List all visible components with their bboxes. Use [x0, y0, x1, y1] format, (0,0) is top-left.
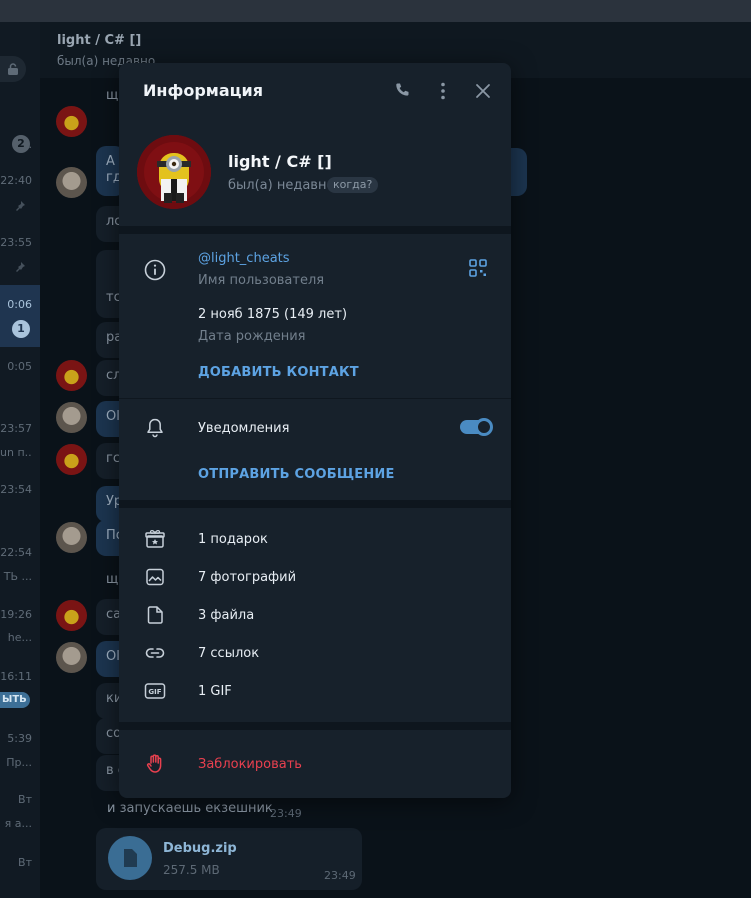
unread-badge: 2 — [12, 135, 30, 153]
username-link[interactable]: @light_cheats — [198, 251, 290, 266]
media-label: 1 подарок — [198, 532, 268, 547]
call-button[interactable] — [391, 79, 415, 103]
gift-icon — [145, 529, 165, 548]
block-user-button[interactable]: Заблокировать — [198, 757, 302, 772]
panel-title: Информация — [143, 81, 263, 100]
avatar[interactable] — [56, 600, 87, 631]
list-snippet: Пр... — [6, 756, 32, 769]
media-row-gifts[interactable]: 1 подарок — [119, 520, 511, 558]
list-time: 19:26 — [0, 608, 32, 621]
list-pill-button[interactable]: ЫТЬ — [0, 692, 30, 708]
avatar[interactable] — [56, 167, 87, 198]
avatar[interactable] — [56, 402, 87, 433]
profile-status: был(а) недавно — [228, 178, 335, 193]
username-label: Имя пользователя — [198, 273, 325, 288]
media-row-gifs[interactable]: GIF 1 GIF — [119, 672, 511, 710]
section-divider — [119, 226, 511, 234]
user-info-panel: Информация light / C# [] был(а) недавно … — [119, 63, 511, 798]
add-contact-button[interactable]: ДОБАВИТЬ КОНТАКТ — [198, 365, 359, 380]
message-text: и запускаешь екзешник — [107, 801, 273, 816]
file-size: 257.5 MB — [163, 863, 220, 877]
list-time: 0:06 — [7, 298, 32, 311]
file-icon — [124, 849, 137, 867]
media-row-files[interactable]: 3 файла — [119, 596, 511, 634]
section-divider — [119, 722, 511, 730]
info-icon — [144, 259, 166, 281]
pin-icon — [16, 262, 25, 272]
list-snippet: ТЬ ... — [3, 570, 32, 583]
file-name: Debug.zip — [163, 841, 237, 856]
send-message-button[interactable]: ОТПРАВИТЬ СООБЩЕНИЕ — [198, 467, 395, 482]
avatar[interactable] — [56, 444, 87, 475]
gif-icon: GIF — [144, 683, 166, 699]
list-time: Вт — [18, 856, 32, 869]
list-time: 16:11 — [0, 670, 32, 683]
phone-icon — [396, 83, 409, 96]
profile-name: light / C# [] — [228, 152, 332, 171]
message-time: 23:49 — [324, 869, 356, 882]
close-button[interactable] — [471, 79, 495, 103]
list-time: Вт — [18, 793, 32, 806]
media-row-photos[interactable]: 7 фотографий — [119, 558, 511, 596]
section-divider — [119, 500, 511, 508]
list-time: 22:40 — [0, 174, 32, 187]
list-time: 5:39 — [7, 732, 32, 745]
photo-icon — [146, 568, 164, 586]
link-icon — [145, 648, 165, 658]
media-label: 7 ссылок — [198, 646, 260, 661]
minion-avatar-image — [137, 135, 211, 209]
bell-icon — [147, 418, 163, 438]
list-time: 23:54 — [0, 483, 32, 496]
media-label: 3 файла — [198, 608, 255, 623]
qr-code-icon[interactable] — [469, 259, 487, 277]
birthday-value: 2 нояб 1875 (149 лет) — [198, 307, 348, 322]
message-time: 23:49 — [270, 807, 302, 820]
list-time: 23:57 — [0, 422, 32, 435]
chat-title: light / C# [] — [57, 33, 142, 48]
file-download-button[interactable] — [108, 836, 152, 880]
media-label: 7 фотографий — [198, 570, 297, 585]
more-vertical-icon — [441, 82, 445, 100]
birthday-label: Дата рождения — [198, 329, 306, 344]
notifications-toggle[interactable] — [460, 418, 493, 436]
file-icon — [147, 606, 163, 624]
avatar[interactable] — [56, 642, 87, 673]
list-time: 0:05 — [7, 360, 32, 373]
list-snippet: he... — [7, 631, 32, 644]
more-button[interactable] — [431, 79, 455, 103]
block-hand-icon — [146, 754, 162, 773]
close-icon — [476, 84, 490, 98]
divider — [119, 398, 511, 399]
list-snippet: un п... — [0, 446, 32, 459]
profile-avatar[interactable] — [137, 135, 211, 209]
notifications-label: Уведомления — [198, 421, 290, 436]
avatar[interactable] — [56, 106, 87, 137]
window-top-bar — [0, 0, 751, 22]
list-snippet: я а... — [4, 817, 32, 830]
media-row-links[interactable]: 7 ссылок — [119, 634, 511, 672]
pin-icon — [16, 201, 25, 211]
avatar[interactable] — [56, 360, 87, 391]
when-button[interactable]: когда? — [327, 177, 379, 193]
svg-text:GIF: GIF — [148, 688, 161, 696]
chat-list-sidebar[interactable]: .. 2 22:40 23:55 0:06 1 0:05 23:57 un п.… — [0, 22, 40, 898]
toggle-knob — [475, 418, 493, 436]
avatar[interactable] — [56, 522, 87, 553]
unread-badge: 1 — [12, 320, 30, 338]
lock-button[interactable] — [0, 56, 26, 82]
list-time: 22:54 — [0, 546, 32, 559]
lock-icon — [8, 63, 18, 75]
list-time: 23:55 — [0, 236, 32, 249]
media-label: 1 GIF — [198, 684, 232, 699]
